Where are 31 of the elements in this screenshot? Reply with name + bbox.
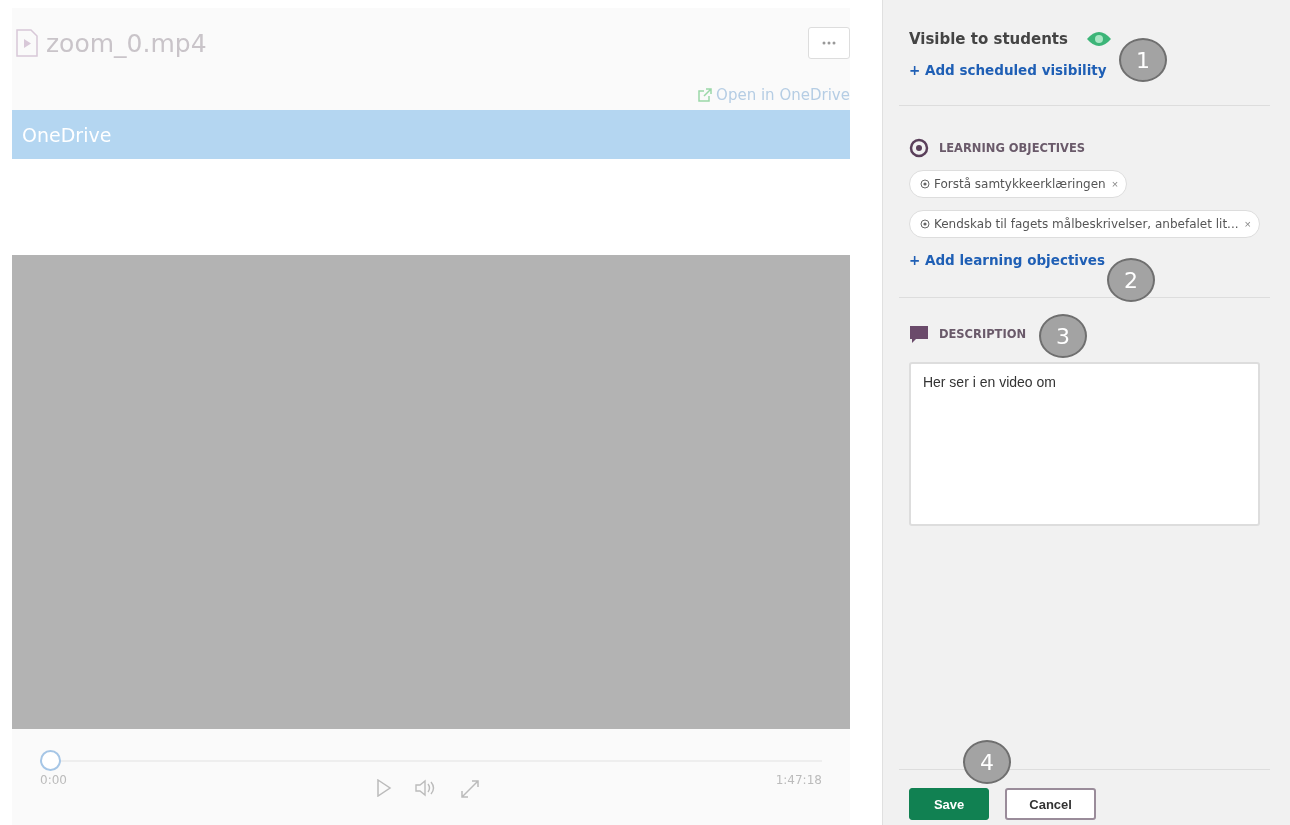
video-file-icon xyxy=(16,29,38,57)
external-link-icon xyxy=(697,87,714,103)
cancel-button[interactable]: Cancel xyxy=(1005,788,1096,820)
callout-number: 4 xyxy=(962,740,1011,784)
add-learning-objectives-link[interactable]: + Add learning objectives xyxy=(908,252,1105,268)
objective-tag-label: Kendskab til fagets målbeskrivelser, anbefalet lit... xyxy=(933,217,1239,231)
description-heading: DESCRIPTION xyxy=(938,327,1027,341)
progress-thumb[interactable] xyxy=(40,750,61,771)
duration: 1:47:18 xyxy=(775,773,822,787)
onedrive-banner: OneDrive xyxy=(12,110,850,159)
callout-number: 2 xyxy=(1106,258,1155,302)
callout-number: 1 xyxy=(1118,38,1167,82)
remove-tag-button[interactable]: × xyxy=(1109,178,1119,190)
play-icon[interactable] xyxy=(376,779,392,797)
callout-number: 3 xyxy=(1038,314,1087,358)
eye-icon[interactable] xyxy=(1085,31,1112,47)
more-options-button[interactable] xyxy=(807,27,850,59)
dots-icon xyxy=(821,41,836,45)
visibility-label: Visible to students xyxy=(908,30,1068,48)
target-icon xyxy=(919,179,930,189)
fullscreen-icon[interactable] xyxy=(460,779,480,799)
current-time: 0:00 xyxy=(40,773,67,787)
description-field[interactable]: Her ser i en video om xyxy=(908,362,1260,526)
add-scheduled-visibility-link[interactable]: + Add scheduled visibility xyxy=(908,62,1107,78)
save-button[interactable]: Save xyxy=(908,788,990,820)
objective-tag-label: Forstå samtykkeerklæringen xyxy=(933,177,1106,191)
learning-objectives-heading: LEARNING OBJECTIVES xyxy=(938,141,1086,155)
target-icon xyxy=(908,138,929,158)
remove-tag-button[interactable]: × xyxy=(1242,218,1251,230)
target-icon xyxy=(919,219,930,229)
speech-bubble-icon xyxy=(908,324,929,344)
